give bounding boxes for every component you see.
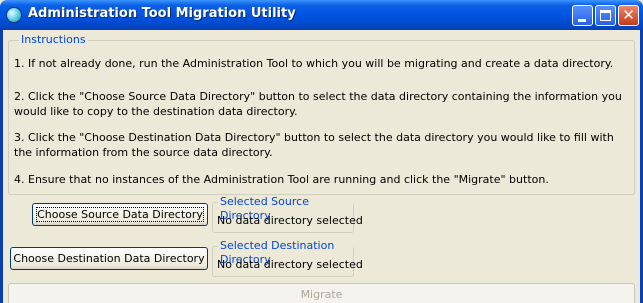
selected-source-directory-value: No data directory selected [217, 214, 363, 227]
choose-destination-directory-label: Choose Destination Data Directory [13, 252, 205, 265]
window-frame-left [0, 30, 3, 303]
instruction-step-4: 4. Ensure that no instances of the Admin… [14, 173, 549, 186]
selected-source-directory-group: Selected Source Directory No data direct… [212, 195, 363, 233]
choose-source-directory-button[interactable]: Choose Source Data Directory [32, 203, 208, 226]
selected-destination-directory-value: No data directory selected [217, 258, 363, 271]
choose-destination-directory-button[interactable]: Choose Destination Data Directory [10, 247, 208, 270]
instructions-legend: Instructions [19, 33, 88, 47]
migration-utility-window: Administration Tool Migration Utility ✕ … [0, 0, 643, 303]
close-icon: ✕ [622, 6, 635, 24]
app-globe-icon [6, 7, 22, 23]
focus-indicator [36, 207, 204, 222]
minimize-icon [578, 19, 586, 22]
maximize-icon [600, 10, 611, 21]
close-button[interactable]: ✕ [618, 5, 639, 26]
instructions-group: Instructions 1. If not already done, run… [8, 33, 635, 195]
migrate-label: Migrate [300, 288, 343, 301]
instruction-step-1: 1. If not already done, run the Administ… [14, 57, 614, 70]
migrate-button[interactable]: Migrate [8, 283, 635, 303]
title-bar[interactable]: Administration Tool Migration Utility ✕ [0, 0, 643, 30]
maximize-button[interactable] [595, 5, 616, 26]
instruction-step-2: 2. Click the "Choose Source Data Directo… [14, 90, 622, 118]
selected-destination-directory-group: Selected Destination Directory No data d… [212, 239, 363, 277]
window-title: Administration Tool Migration Utility [28, 6, 296, 21]
minimize-button[interactable] [572, 5, 593, 26]
instruction-step-3: 3. Click the "Choose Destination Data Di… [14, 131, 614, 159]
